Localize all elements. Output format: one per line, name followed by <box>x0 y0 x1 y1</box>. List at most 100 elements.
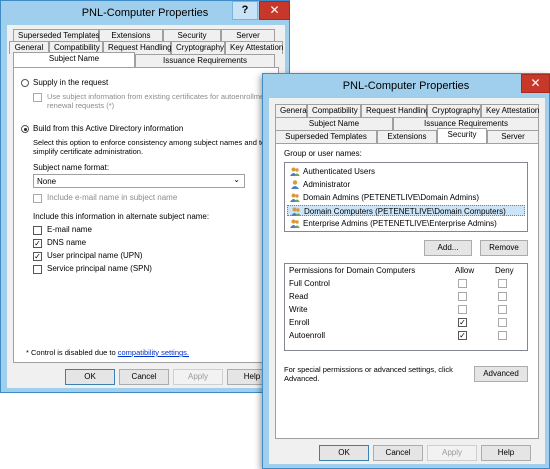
use-subject-info-label-2: renewal requests (*) <box>47 101 115 110</box>
dns-name-checkbox[interactable]: ✓ <box>33 239 42 248</box>
tab-superseded-templates[interactable]: Superseded Templates <box>275 130 377 143</box>
supply-radio[interactable] <box>21 79 29 87</box>
include-email-checkbox <box>33 194 42 203</box>
front-cancel-button[interactable]: Cancel <box>373 445 423 461</box>
close-icon[interactable]: ✕ <box>521 74 550 93</box>
list-item[interactable]: Administrator <box>287 179 525 190</box>
user-name: Domain Computers (PETENETLIVE\Domain Com… <box>304 207 506 216</box>
front-apply-button: Apply <box>427 445 477 461</box>
front-title: PNL-Computer Properties <box>342 80 470 92</box>
advanced-button[interactable]: Advanced <box>474 366 528 382</box>
front-client: General Compatibility Request Handling C… <box>269 98 545 464</box>
front-titlebar[interactable]: PNL-Computer Properties ✕ <box>263 74 550 98</box>
build-desc: Select this option to enforce consistenc… <box>33 138 266 147</box>
subject-format-select[interactable]: None ⌄ <box>33 174 245 188</box>
upn-label: User principal name (UPN) <box>47 251 143 260</box>
email-name-label: E-mail name <box>47 225 92 234</box>
read-allow-checkbox[interactable] <box>458 292 467 301</box>
back-subject-page: Supply in the request Use subject inform… <box>13 67 279 363</box>
front-tabrow-2: Subject Name Issuance Requirements <box>275 117 539 130</box>
dns-name-label: DNS name <box>47 238 87 247</box>
user-name: Authenticated Users <box>303 167 376 176</box>
back-tabrow-3: Subject Name Issuance Requirements <box>13 52 275 67</box>
tab-cryptography[interactable]: Cryptography <box>171 41 225 54</box>
user-icon <box>291 180 299 189</box>
list-item[interactable]: Domain Computers (PETENETLIVE\Domain Com… <box>287 205 525 216</box>
remove-button[interactable]: Remove <box>480 240 528 256</box>
back-dialog: PNL-Computer Properties ? ✕ Superseded T… <box>0 0 290 393</box>
list-item[interactable]: Domain Admins (PETENETLIVE\Domain Admins… <box>287 192 525 203</box>
allow-header: Allow <box>455 266 475 275</box>
write-allow-checkbox[interactable] <box>458 305 467 314</box>
front-help-button[interactable]: Help <box>481 445 531 461</box>
tab-subject-name[interactable]: Subject Name <box>13 52 135 67</box>
perm-label: Autoenroll <box>289 331 326 340</box>
subject-format-value: None <box>37 177 57 186</box>
special-perms-text: For special permissions or advanced sett… <box>284 365 453 374</box>
perm-label: Enroll <box>289 318 310 327</box>
list-item[interactable]: Authenticated Users <box>287 166 525 177</box>
tab-security[interactable]: Security <box>437 128 487 143</box>
compat-note-text: * Control is disabled due to <box>26 348 118 357</box>
enroll-deny-checkbox[interactable] <box>498 318 507 327</box>
email-name-checkbox[interactable] <box>33 226 42 235</box>
use-subject-info-checkbox <box>33 93 42 102</box>
back-cancel-button[interactable]: Cancel <box>119 369 169 385</box>
perm-label: Read <box>289 292 309 301</box>
user-name: Administrator <box>303 180 351 189</box>
alt-subject-label: Include this information in alternate su… <box>33 212 210 221</box>
user-name: Enterprise Admins (PETENETLIVE\Enterpris… <box>303 219 497 228</box>
full-control-deny-checkbox[interactable] <box>498 279 507 288</box>
spn-label: Service principal name (SPN) <box>47 264 152 273</box>
full-control-allow-checkbox[interactable] <box>458 279 467 288</box>
back-apply-button: Apply <box>173 369 223 385</box>
users-icon <box>290 219 300 228</box>
front-tabrow-3: Superseded Templates Extensions Security… <box>275 128 539 143</box>
front-dialog: PNL-Computer Properties ✕ General Compat… <box>262 73 550 469</box>
users-icon <box>291 207 301 216</box>
users-icon <box>290 167 300 176</box>
upn-checkbox[interactable]: ✓ <box>33 252 42 261</box>
front-security-page: Group or user names: Authenticated Users… <box>275 143 539 439</box>
format-label: Subject name format: <box>33 163 110 172</box>
build-radio[interactable] <box>21 125 29 133</box>
add-button[interactable]: Add... <box>424 240 472 256</box>
tab-key-attestation[interactable]: Key Attestation <box>225 41 283 54</box>
tab-server[interactable]: Server <box>487 130 539 143</box>
build-label: Build from this Active Directory informa… <box>33 124 184 133</box>
close-icon[interactable]: ✕ <box>259 1 290 20</box>
tab-issuance-requirements[interactable]: Issuance Requirements <box>135 54 275 67</box>
compat-settings-link[interactable]: compatibility settings. <box>118 348 189 357</box>
enroll-allow-checkbox[interactable]: ✓ <box>458 318 467 327</box>
list-item[interactable]: Enterprise Admins (PETENETLIVE\Enterpris… <box>287 218 525 229</box>
tab-subject-name[interactable]: Subject Name <box>275 117 393 130</box>
group-names-label: Group or user names: <box>284 149 362 158</box>
tab-cryptography[interactable]: Cryptography <box>427 104 481 117</box>
back-titlebar[interactable]: PNL-Computer Properties ? ✕ <box>1 1 290 25</box>
permissions-grid: Permissions for Domain Computers Allow D… <box>284 263 528 351</box>
special-perms-text-2: Advanced. <box>284 374 320 383</box>
help-icon[interactable]: ? <box>232 1 258 20</box>
tab-general[interactable]: General <box>275 104 308 117</box>
compat-note: * Control is disabled due to compatibili… <box>26 348 189 357</box>
user-name: Domain Admins (PETENETLIVE\Domain Admins… <box>303 193 480 202</box>
build-desc-2: simplify certificate administration. <box>33 147 144 156</box>
tab-key-attestation[interactable]: Key Attestation <box>481 104 539 117</box>
autoenroll-deny-checkbox[interactable] <box>498 331 507 340</box>
tab-compatibility[interactable]: Compatibility <box>307 104 361 117</box>
supply-label: Supply in the request <box>33 78 109 87</box>
front-ok-button[interactable]: OK <box>319 445 369 461</box>
group-names-list[interactable]: Authenticated Users Administrator Domain… <box>284 162 528 232</box>
autoenroll-allow-checkbox[interactable]: ✓ <box>458 331 467 340</box>
read-deny-checkbox[interactable] <box>498 292 507 301</box>
back-ok-button[interactable]: OK <box>65 369 115 385</box>
perm-label: Full Control <box>289 279 330 288</box>
tab-request-handling[interactable]: Request Handling <box>361 104 430 117</box>
perm-label: Write <box>289 305 308 314</box>
write-deny-checkbox[interactable] <box>498 305 507 314</box>
tab-extensions[interactable]: Extensions <box>377 130 437 143</box>
back-client: Superseded Templates Extensions Security… <box>7 25 285 388</box>
chevron-down-icon: ⌄ <box>233 175 240 184</box>
users-icon <box>290 193 300 202</box>
spn-checkbox[interactable] <box>33 265 42 274</box>
